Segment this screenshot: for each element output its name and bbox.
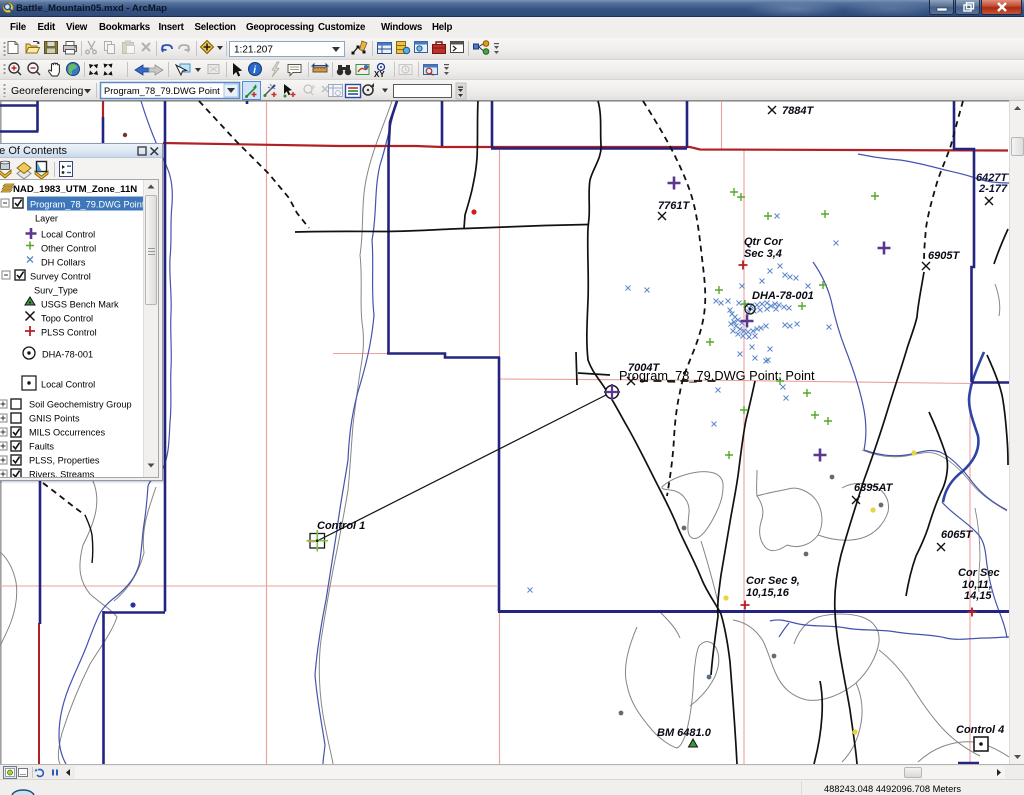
svg-text:Cor Sec: Cor Sec [958,567,1000,579]
svg-text:Sec 3,4: Sec 3,4 [744,248,782,260]
svg-text:6065T: 6065T [941,529,973,541]
svg-text:Program_78_79.DWG Point: Program_78_79.DWG Point [30,200,145,210]
svg-text:Georeferencing: Georeferencing [11,85,84,97]
svg-text:GNIS Points: GNIS Points [29,414,80,424]
svg-text:6905T: 6905T [928,250,960,262]
svg-text:Topo Control: Topo Control [41,314,93,324]
svg-text:PLSS Control: PLSS Control [41,328,97,338]
svg-text:DHA-78-001: DHA-78-001 [42,350,93,360]
svg-text:7761T: 7761T [658,200,690,212]
svg-text:DHA-78-001: DHA-78-001 [752,290,814,302]
svg-text:10,15,16: 10,15,16 [746,587,790,599]
svg-text:Layer: Layer [35,214,58,224]
svg-text:Rivers, Streams: Rivers, Streams [29,470,95,479]
svg-text:Faults: Faults [29,442,54,452]
svg-text:MILS Occurrences: MILS Occurrences [29,428,105,438]
svg-text:Other Control: Other Control [41,244,96,254]
svg-text:Program_78_79.DWG Point: Program_78_79.DWG Point [104,86,220,96]
svg-text:Control 4: Control 4 [956,724,1004,736]
svg-text:Program_78_79.DWG Point: Point: Program_78_79.DWG Point: Point [619,368,815,383]
svg-text:Local Control: Local Control [41,230,95,240]
svg-text:Qtr Cor: Qtr Cor [744,236,783,248]
svg-text:DH Collars: DH Collars [41,258,86,268]
svg-text:2-177: 2-177 [978,183,1008,195]
svg-text:Local Control: Local Control [41,380,95,390]
svg-text:14,15: 14,15 [964,590,992,602]
svg-text:USGS Bench Mark: USGS Bench Mark [41,300,119,310]
svg-text:7884T: 7884T [782,105,814,117]
svg-text:Soil Geochemistry Group: Soil Geochemistry Group [29,400,132,410]
svg-text:Control 1: Control 1 [317,520,365,532]
svg-text:BM 6481.0: BM 6481.0 [657,727,712,739]
svg-text:Cor Sec 9,: Cor Sec 9, [746,575,800,587]
svg-text:PLSS, Properties: PLSS, Properties [29,456,100,466]
svg-text:NAD_1983_UTM_Zone_11N: NAD_1983_UTM_Zone_11N [13,184,137,195]
svg-text:1:21.207: 1:21.207 [234,45,273,56]
svg-text:6395AT: 6395AT [854,482,894,494]
svg-text:i: i [253,65,256,76]
svg-text:Survey Control: Survey Control [30,272,91,282]
svg-text:Surv_Type: Surv_Type [34,286,78,296]
svg-text:XY: XY [374,70,385,79]
